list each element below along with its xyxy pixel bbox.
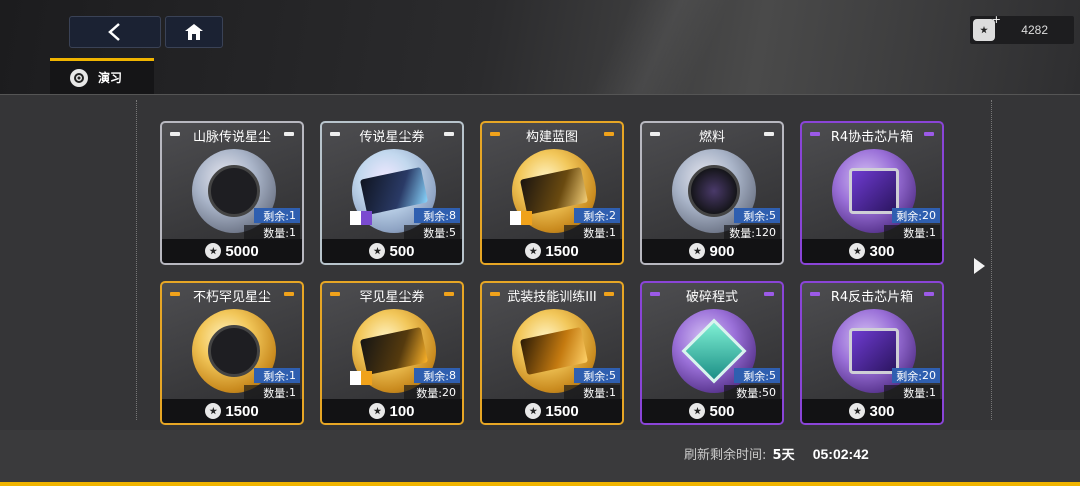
quantity-badge: 数量: 20 (404, 385, 460, 400)
item-name: 武装技能训练III (507, 290, 597, 305)
item-name: 破碎程式 (685, 290, 738, 305)
quantity-badge: 数量: 1 (564, 385, 620, 400)
remaining-badge: 剩余: 1 (254, 208, 300, 223)
remaining-badge: 剩余: 5 (734, 208, 780, 223)
item-price: 100 (389, 402, 415, 420)
item-price: 1500 (545, 242, 579, 260)
price-bar: 300 (802, 239, 942, 263)
left-rail-divider (136, 100, 144, 420)
item-price: 900 (709, 242, 735, 260)
star-coin-icon (369, 403, 386, 419)
item-name: R4协击芯片箱 (830, 130, 914, 145)
remaining-badge: 剩余: 5 (574, 368, 620, 383)
shop-item-card[interactable]: 燃料 剩余: 5 数量: 120 900 (640, 121, 784, 265)
item-name: 罕见星尘券 (359, 290, 425, 305)
item-name: 传说星尘券 (359, 130, 425, 145)
price-bar: 1500 (482, 399, 622, 423)
refresh-days: 5天 (772, 448, 795, 463)
rarity-tag (350, 211, 372, 225)
item-price: 1500 (545, 402, 579, 420)
home-button[interactable] (165, 16, 223, 48)
item-price: 300 (869, 402, 895, 420)
add-currency-icon[interactable]: + (992, 13, 1001, 26)
shop-item-card[interactable]: 不朽罕见星尘 剩余: 1 数量: 1 1500 (160, 281, 304, 425)
quantity-badge: 数量: 1 (884, 385, 940, 400)
rarity-tag (350, 371, 372, 385)
star-coin-icon (849, 403, 866, 419)
currency-value: 4282 (1021, 23, 1048, 37)
shop-item-card[interactable]: 传说星尘券 剩余: 8 数量: 5 500 (320, 121, 464, 265)
remaining-badge: 剩余: 20 (892, 368, 940, 383)
top-bar: + 4282 演习 (0, 0, 1080, 94)
quantity-badge: 数量: 1 (564, 225, 620, 240)
price-bar: 500 (642, 399, 782, 423)
price-bar: 900 (642, 239, 782, 263)
exercise-icon (70, 68, 88, 87)
item-price: 500 (389, 242, 415, 260)
shop-item-card[interactable]: 构建蓝图 剩余: 2 数量: 1 1500 (480, 121, 624, 265)
item-name: 构建蓝图 (525, 130, 578, 145)
quantity-badge: 数量: 120 (724, 225, 780, 240)
shop-item-card[interactable]: 破碎程式 剩余: 5 数量: 50 500 (640, 281, 784, 425)
shop-item-card[interactable]: 罕见星尘券 剩余: 8 数量: 20 100 (320, 281, 464, 425)
star-coin-icon (205, 403, 222, 419)
item-price: 300 (869, 242, 895, 260)
right-rail-divider (984, 100, 992, 420)
remaining-badge: 剩余: 1 (254, 368, 300, 383)
star-coin-icon (205, 243, 222, 259)
remaining-badge: 剩余: 2 (574, 208, 620, 223)
price-bar: 300 (802, 399, 942, 423)
star-coin-icon (525, 403, 542, 419)
star-coin-icon (369, 243, 386, 259)
shop-item-card[interactable]: R4反击芯片箱 剩余: 20 数量: 1 300 (800, 281, 944, 425)
remaining-badge: 剩余: 20 (892, 208, 940, 223)
refresh-time: 05:02:42 (812, 446, 869, 462)
shop-item-card[interactable]: 山脉传说星尘 剩余: 1 数量: 1 5000 (160, 121, 304, 265)
item-price: 1500 (225, 402, 259, 420)
refresh-label: 刷新剩余时间: (684, 448, 767, 463)
shop-item-card[interactable]: R4协击芯片箱 剩余: 20 数量: 1 300 (800, 121, 944, 265)
star-coin-icon (689, 243, 706, 259)
remaining-badge: 剩余: 8 (414, 368, 460, 383)
price-bar: 1500 (482, 239, 622, 263)
star-coin-icon: + (973, 13, 1001, 41)
item-price: 5000 (225, 242, 259, 260)
quantity-badge: 数量: 1 (884, 225, 940, 240)
tab-exercise[interactable]: 演习 (50, 58, 154, 94)
back-button[interactable] (69, 16, 161, 48)
header-decoration (430, 0, 890, 94)
shop-item-card[interactable]: 武装技能训练III 剩余: 5 数量: 1 1500 (480, 281, 624, 425)
price-bar: 1500 (162, 399, 302, 423)
quantity-badge: 数量: 50 (724, 385, 780, 400)
next-arrow-icon[interactable] (974, 258, 985, 274)
rarity-tag (510, 211, 532, 225)
star-coin-icon (849, 243, 866, 259)
star-coin-icon (689, 403, 706, 419)
price-bar: 500 (322, 239, 462, 263)
price-bar: 100 (322, 399, 462, 423)
item-price: 500 (709, 402, 735, 420)
quantity-badge: 数量: 1 (244, 225, 300, 240)
remaining-badge: 剩余: 5 (734, 368, 780, 383)
currency-display[interactable]: + 4282 (970, 13, 1074, 44)
quantity-badge: 数量: 1 (244, 385, 300, 400)
footer-bar: 刷新剩余时间: 5天 05:02:42 (0, 430, 1080, 486)
item-name: 山脉传说星尘 (192, 130, 271, 145)
back-chevron-icon (108, 23, 120, 41)
refresh-timer: 刷新剩余时间: 5天 05:02:42 (684, 444, 869, 463)
tab-label: 演习 (98, 71, 123, 85)
item-name: 不朽罕见星尘 (192, 290, 271, 305)
quantity-badge: 数量: 5 (404, 225, 460, 240)
price-bar: 5000 (162, 239, 302, 263)
accent-line (0, 482, 1080, 486)
star-coin-icon (525, 243, 542, 259)
item-name: R4反击芯片箱 (830, 290, 914, 305)
item-name: 燃料 (698, 130, 725, 145)
remaining-badge: 剩余: 8 (414, 208, 460, 223)
home-icon (185, 24, 203, 40)
